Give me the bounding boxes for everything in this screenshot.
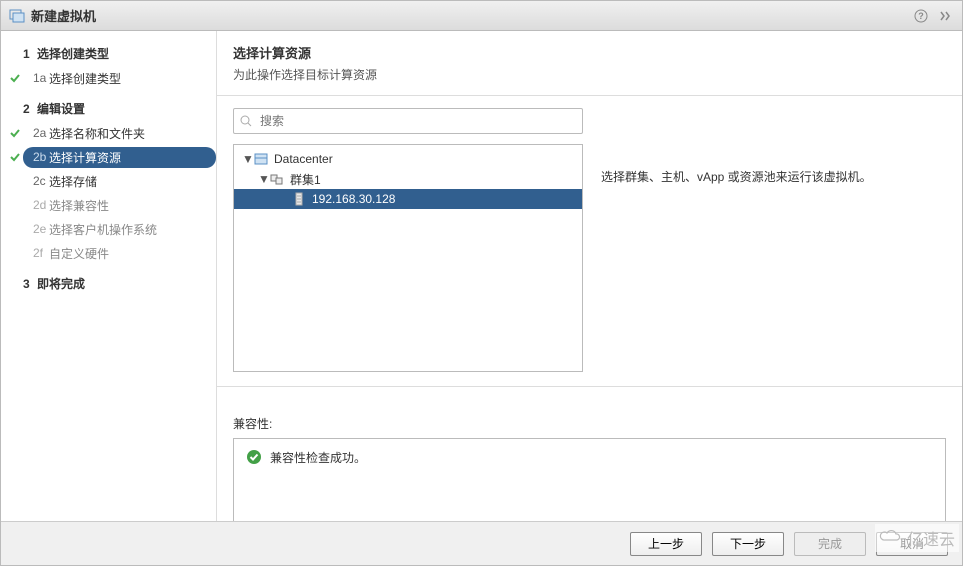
step-2f: 2f 自定义硬件 <box>1 241 216 265</box>
step-label: 选择创建类型 <box>49 70 121 87</box>
step-label: 选择兼容性 <box>49 197 109 214</box>
window-title: 新建虚拟机 <box>31 6 96 25</box>
step-2a[interactable]: 2a 选择名称和文件夹 <box>1 121 216 145</box>
next-button[interactable]: 下一步 <box>712 532 784 556</box>
help-icon[interactable]: ? <box>912 7 930 25</box>
compat-message: 兼容性检查成功。 <box>270 449 366 466</box>
tree-cluster[interactable]: ▼ 群集1 <box>234 169 582 189</box>
divider <box>217 95 962 96</box>
checkmark-icon <box>9 151 23 163</box>
titlebar: 新建虚拟机 ? <box>1 1 962 31</box>
step-label: 自定义硬件 <box>49 245 109 262</box>
divider <box>217 386 962 387</box>
wizard-sidebar: 1 选择创建类型 1a 选择创建类型 2 编辑设置 <box>1 31 217 521</box>
back-button[interactable]: 上一步 <box>630 532 702 556</box>
tree-host[interactable]: 192.168.30.128 <box>234 189 582 209</box>
step-2b[interactable]: 2b 选择计算资源 <box>1 145 216 169</box>
cancel-button[interactable]: 取消 <box>876 532 948 556</box>
step-2e: 2e 选择客户机操作系统 <box>1 217 216 241</box>
search-icon <box>240 115 252 127</box>
chevron-down-icon[interactable]: ▼ <box>242 152 254 166</box>
compat-box: 兼容性检查成功。 <box>233 438 946 521</box>
search-input[interactable] <box>258 113 576 129</box>
step-label: 选择名称和文件夹 <box>49 125 145 142</box>
tree-datacenter[interactable]: ▼ Datacenter <box>234 149 582 169</box>
search-box[interactable] <box>233 108 583 134</box>
step-label: 选择存储 <box>49 173 97 190</box>
tree-label: Datacenter <box>274 152 333 166</box>
step-label: 选择计算资源 <box>49 149 121 166</box>
tree-label: 192.168.30.128 <box>312 192 395 206</box>
cluster-icon <box>270 172 286 186</box>
step-group-2: 2 编辑设置 <box>1 96 216 121</box>
chevron-down-icon[interactable]: ▼ <box>258 172 270 186</box>
checkmark-icon <box>9 72 23 84</box>
vm-icon <box>9 8 25 24</box>
host-icon <box>292 192 308 206</box>
resource-tree[interactable]: ▼ Datacenter ▼ 群集1 <box>233 144 583 372</box>
step-group-1: 1 选择创建类型 <box>1 41 216 66</box>
step-group-3: 3 即将完成 <box>1 271 216 296</box>
finish-button: 完成 <box>794 532 866 556</box>
page-subtitle: 为此操作选择目标计算资源 <box>233 66 946 83</box>
step-label: 选择客户机操作系统 <box>49 221 157 238</box>
page-title: 选择计算资源 <box>233 43 946 62</box>
step-2d: 2d 选择兼容性 <box>1 193 216 217</box>
step-1a[interactable]: 1a 选择创建类型 <box>1 66 216 90</box>
checkmark-icon <box>9 127 23 139</box>
step-2c[interactable]: 2c 选择存储 <box>1 169 216 193</box>
selection-hint: 选择群集、主机、vApp 或资源池来运行该虚拟机。 <box>601 108 946 372</box>
main-panel: 选择计算资源 为此操作选择目标计算资源 ▼ <box>217 31 962 521</box>
dialog-footer: 上一步 下一步 完成 取消 <box>1 521 962 565</box>
tree-label: 群集1 <box>290 171 321 188</box>
compat-label: 兼容性: <box>233 415 946 432</box>
svg-text:?: ? <box>918 11 924 21</box>
datacenter-icon <box>254 152 270 166</box>
new-vm-dialog: 新建虚拟机 ? 1 选择创建类型 1a 选择创建类型 <box>0 0 963 566</box>
success-icon <box>246 449 262 465</box>
expand-icon[interactable] <box>936 7 954 25</box>
